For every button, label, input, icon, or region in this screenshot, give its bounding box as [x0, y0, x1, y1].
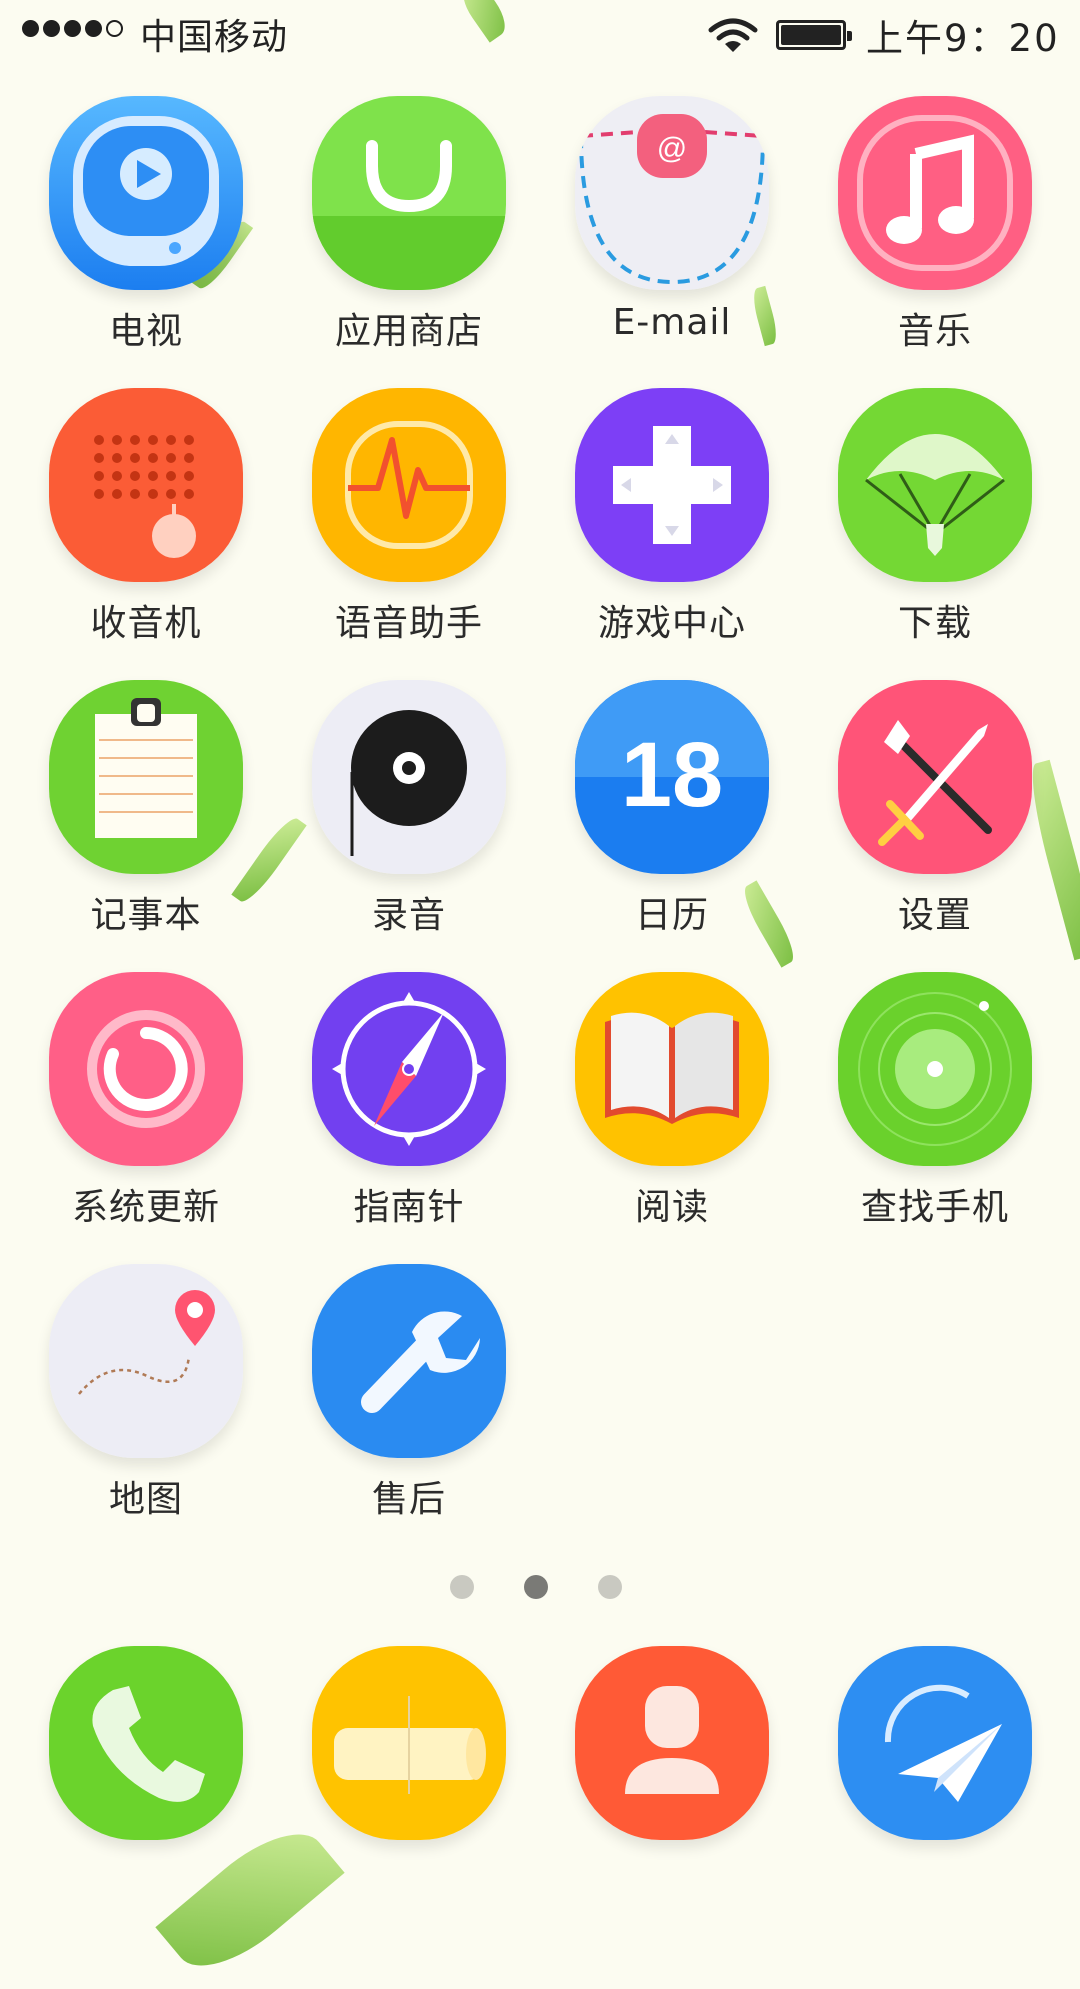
- tv-icon: [49, 96, 243, 290]
- app-calendar[interactable]: 18 日历: [541, 680, 803, 970]
- app-label: E-mail: [612, 302, 732, 343]
- app-label: 日历: [634, 895, 709, 936]
- app-reading[interactable]: 阅读: [541, 972, 803, 1262]
- settings-icon: [838, 680, 1032, 874]
- wrench-icon: [312, 1264, 506, 1458]
- notepad-icon: [49, 680, 243, 874]
- app-find-phone[interactable]: 查找手机: [804, 972, 1066, 1262]
- email-icon: @: [575, 96, 769, 290]
- paper-plane-icon: [838, 1646, 1032, 1840]
- app-voice-assistant[interactable]: 语音助手: [278, 388, 540, 678]
- app-map[interactable]: 地图: [15, 1264, 277, 1554]
- app-label: 应用商店: [334, 311, 483, 352]
- app-label: 地图: [108, 1479, 183, 1520]
- app-email[interactable]: @ E-mail: [541, 96, 803, 386]
- calendar-icon: 18: [575, 680, 769, 874]
- app-label: 售后: [371, 1479, 446, 1520]
- app-settings[interactable]: 设置: [804, 680, 1066, 970]
- app-system-update[interactable]: 系统更新: [15, 972, 277, 1262]
- voice-assistant-icon: [312, 388, 506, 582]
- app-game-center[interactable]: 游戏中心: [541, 388, 803, 678]
- carrier-name: 中国移动: [140, 17, 289, 58]
- dock-phone[interactable]: [15, 1646, 277, 1846]
- find-phone-icon: [838, 972, 1032, 1166]
- app-label: 下载: [897, 603, 972, 644]
- app-label: 查找手机: [860, 1187, 1009, 1228]
- clock: 上午9：20: [866, 17, 1060, 60]
- system-update-icon: [49, 972, 243, 1166]
- app-label: 收音机: [90, 603, 202, 644]
- app-label: 设置: [897, 895, 972, 936]
- app-after-sales[interactable]: 售后: [278, 1264, 540, 1554]
- page-indicator[interactable]: [450, 1575, 622, 1599]
- app-label: 游戏中心: [597, 603, 746, 644]
- dock-contacts[interactable]: [541, 1646, 803, 1846]
- music-icon: [838, 96, 1032, 290]
- app-recorder[interactable]: 录音: [278, 680, 540, 970]
- email-badge: @: [657, 132, 687, 165]
- radio-icon: [49, 388, 243, 582]
- page-dot-active[interactable]: [524, 1575, 548, 1599]
- app-label: 录音: [371, 895, 446, 936]
- scroll-icon: [312, 1646, 506, 1840]
- app-label: 语音助手: [334, 603, 483, 644]
- battery-icon: [776, 20, 852, 50]
- compass-icon: [312, 972, 506, 1166]
- dock-messages[interactable]: [278, 1646, 540, 1846]
- phone-icon: [49, 1646, 243, 1840]
- app-radio[interactable]: 收音机: [15, 388, 277, 678]
- signal-strength-icon: [22, 20, 123, 37]
- status-bar: 中国移动 上午9：20: [0, 0, 1080, 66]
- app-label: 指南针: [353, 1187, 465, 1228]
- dock: [0, 1646, 1080, 1846]
- app-label: 阅读: [634, 1187, 709, 1228]
- app-label: 记事本: [90, 895, 202, 936]
- app-label: 电视: [108, 311, 183, 352]
- app-compass[interactable]: 指南针: [278, 972, 540, 1262]
- map-icon: [49, 1264, 243, 1458]
- dock-browser[interactable]: [804, 1646, 1066, 1846]
- wifi-icon: [708, 18, 758, 52]
- contacts-icon: [575, 1646, 769, 1840]
- app-download[interactable]: 下载: [804, 388, 1066, 678]
- app-notepad[interactable]: 记事本: [15, 680, 277, 970]
- page-dot[interactable]: [598, 1575, 622, 1599]
- app-store-icon: [312, 96, 506, 290]
- app-music[interactable]: 音乐: [804, 96, 1066, 386]
- book-icon: [575, 972, 769, 1166]
- game-center-icon: [575, 388, 769, 582]
- page-dot[interactable]: [450, 1575, 474, 1599]
- app-label: 音乐: [897, 311, 972, 352]
- recorder-icon: [312, 680, 506, 874]
- download-icon: [838, 388, 1032, 582]
- app-tv[interactable]: 电视: [15, 96, 277, 386]
- app-store[interactable]: 应用商店: [278, 96, 540, 386]
- calendar-date: 18: [621, 724, 723, 826]
- app-label: 系统更新: [71, 1187, 220, 1228]
